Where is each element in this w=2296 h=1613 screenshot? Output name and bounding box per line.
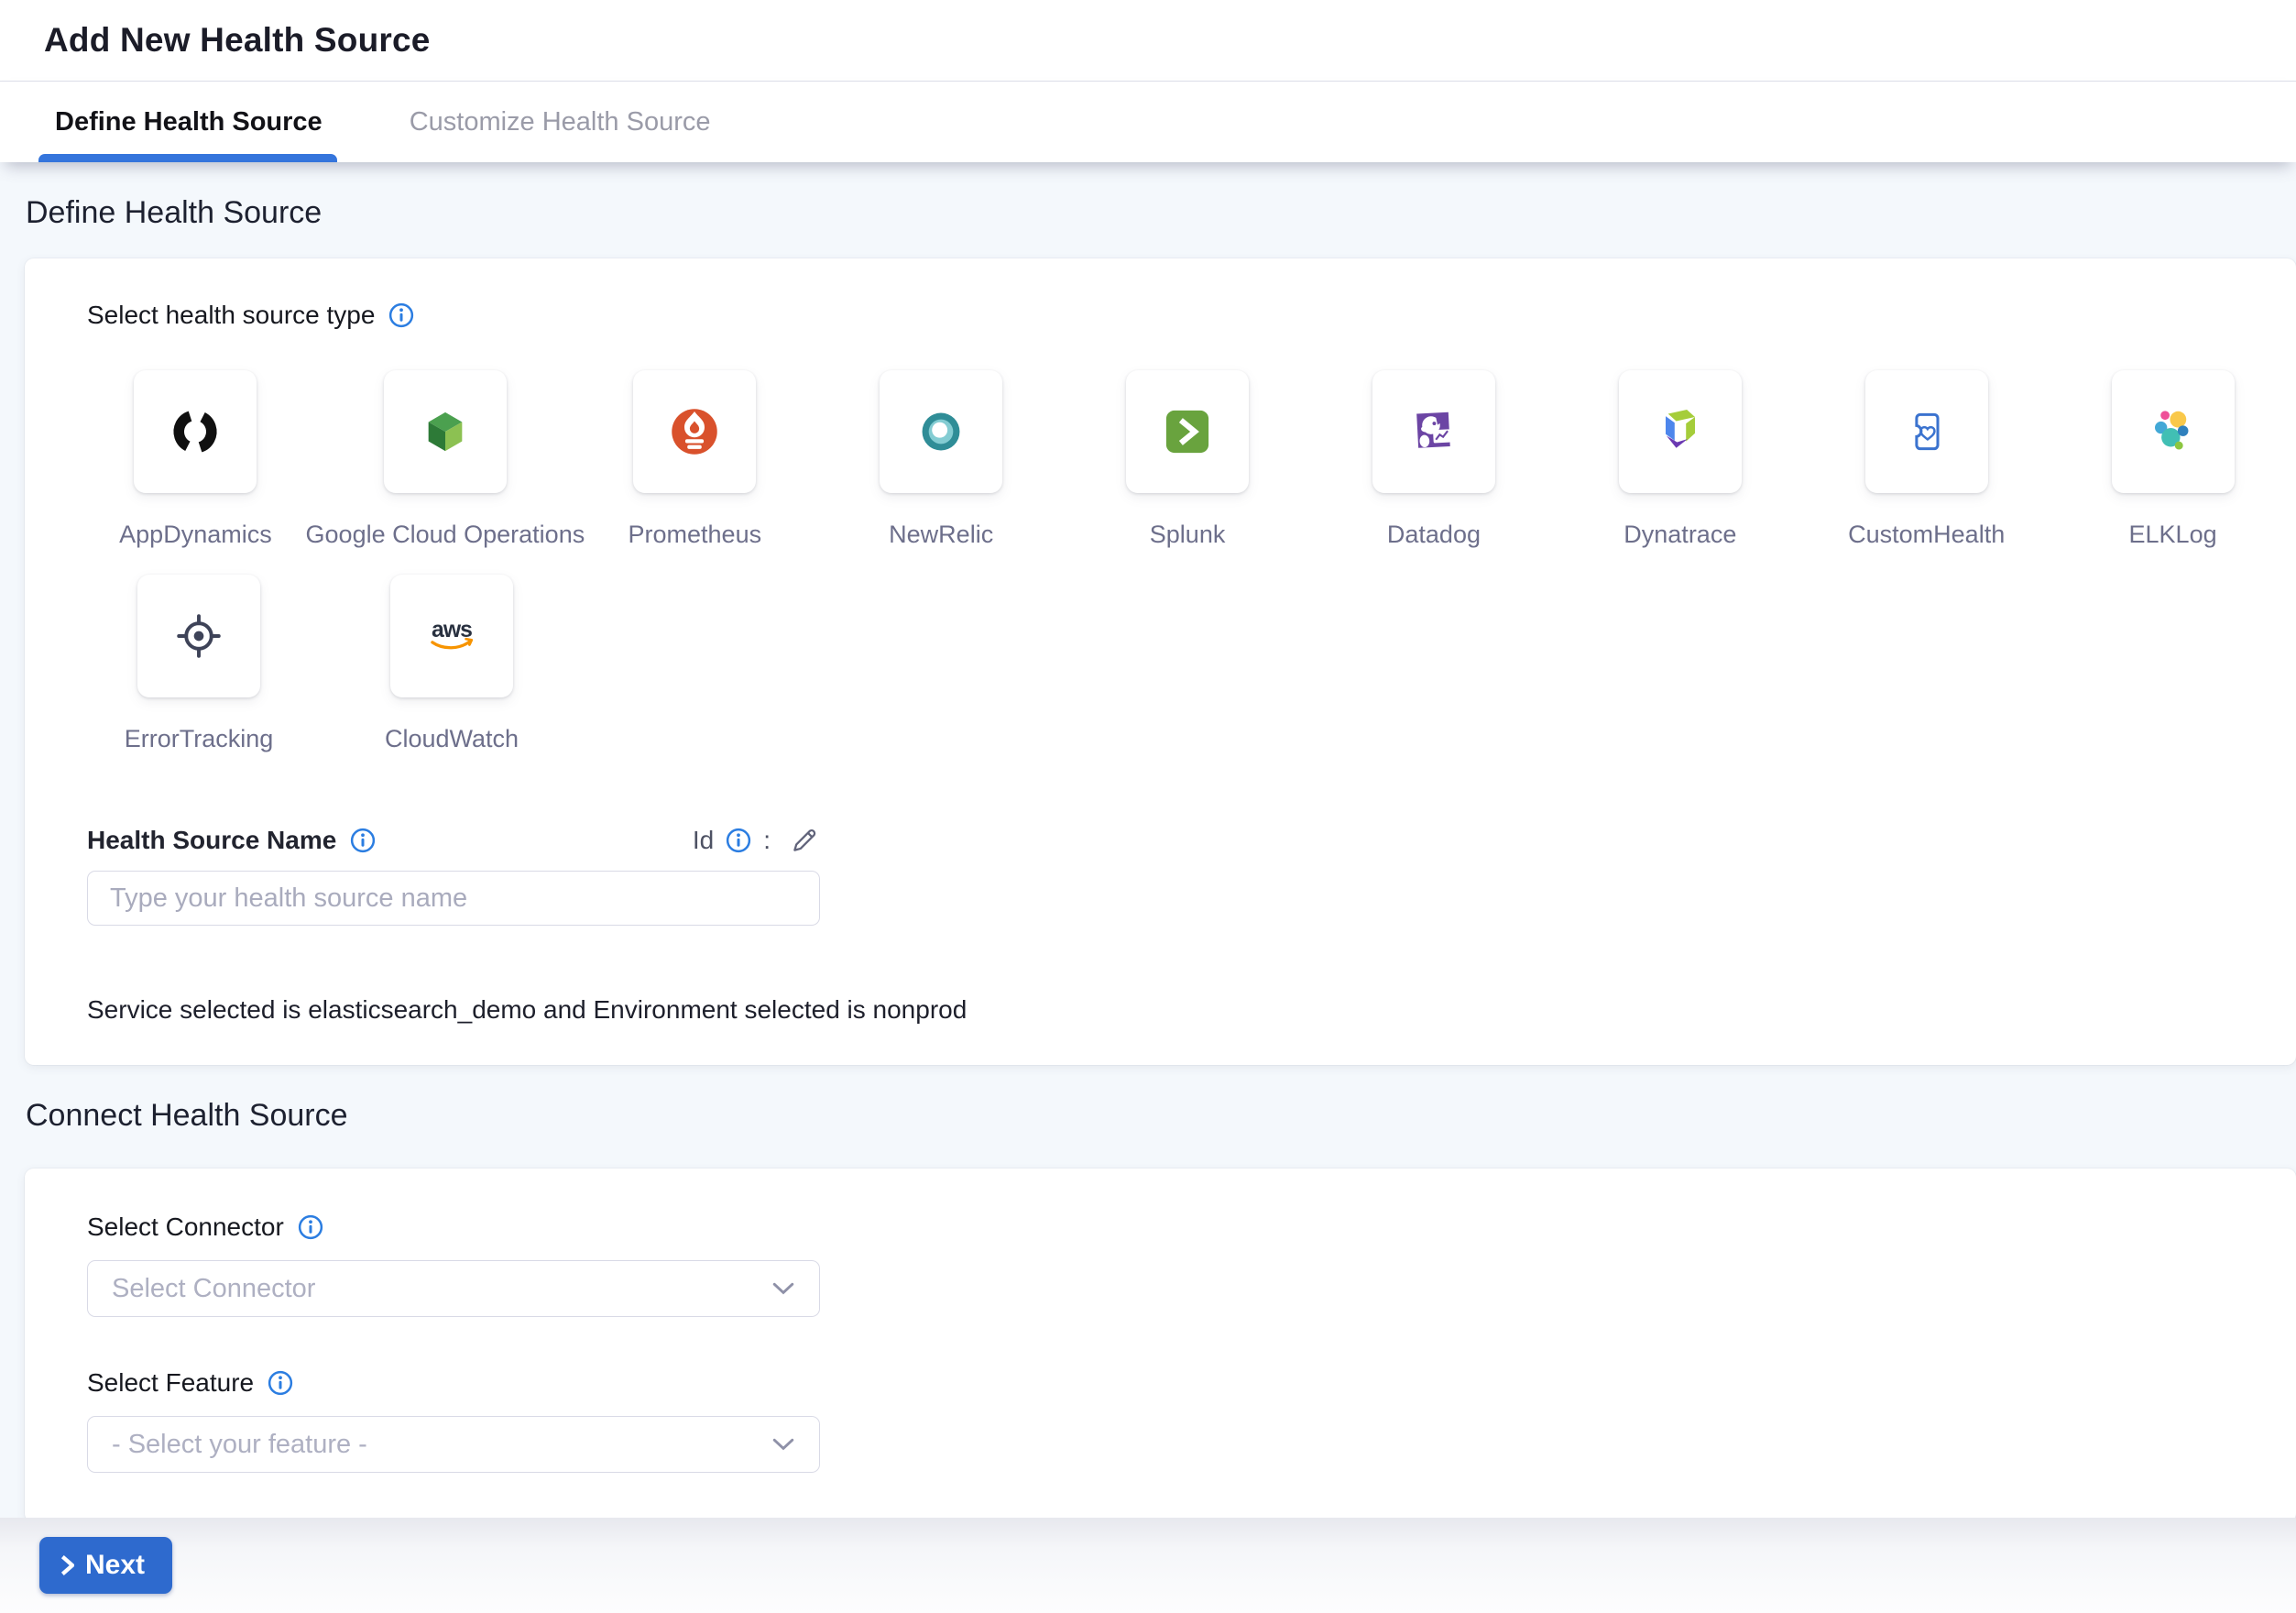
define-section-heading: Define Health Source bbox=[26, 195, 2296, 231]
tile-appdynamics[interactable]: AppDynamics bbox=[72, 370, 319, 549]
page-title: Add New Health Source bbox=[44, 21, 431, 60]
info-icon[interactable] bbox=[388, 302, 415, 329]
connect-section-heading: Connect Health Source bbox=[26, 1098, 2296, 1134]
tile-prometheus[interactable]: Prometheus bbox=[572, 370, 818, 549]
tile-label: AppDynamics bbox=[119, 521, 272, 549]
tile-label: Splunk bbox=[1150, 521, 1226, 549]
tile-errortracking[interactable]: ErrorTracking bbox=[72, 575, 325, 753]
splunk-icon bbox=[1158, 402, 1217, 461]
tile-label: ErrorTracking bbox=[125, 725, 274, 753]
info-icon[interactable] bbox=[267, 1369, 294, 1397]
tile-cloudwatch[interactable]: aws CloudWatch bbox=[325, 575, 578, 753]
connector-select[interactable]: Select Connector bbox=[87, 1260, 820, 1317]
service-environment-note: Service selected is elasticsearch_demo a… bbox=[87, 995, 2296, 1025]
wizard-tabbar: Define Health Source Customize Health So… bbox=[0, 81, 2296, 162]
chevron-down-icon bbox=[771, 1437, 795, 1453]
connect-health-source-card: Select Connector Select Connector Select… bbox=[25, 1169, 2296, 1522]
health-source-name-row: Health Source Name Id : bbox=[87, 825, 820, 856]
customhealth-icon bbox=[1897, 402, 1956, 461]
tile-label: CustomHealth bbox=[1848, 521, 2005, 549]
datadog-icon bbox=[1405, 402, 1463, 461]
health-source-tile-grid-row1: AppDynamics Google Cloud Operations bbox=[25, 370, 2296, 549]
tile-google-cloud-operations[interactable]: Google Cloud Operations bbox=[319, 370, 572, 549]
id-label: Id bbox=[693, 826, 714, 855]
select-feature-label: Select Feature bbox=[87, 1368, 254, 1398]
feature-select-placeholder: - Select your feature - bbox=[112, 1430, 367, 1460]
tab-customize-health-source[interactable]: Customize Health Source bbox=[410, 82, 711, 162]
tab-label: Define Health Source bbox=[55, 107, 323, 137]
pencil-edit-icon[interactable] bbox=[789, 825, 820, 856]
health-source-name-label: Health Source Name bbox=[87, 826, 336, 855]
newrelic-icon bbox=[912, 402, 970, 461]
tile-datadog[interactable]: Datadog bbox=[1311, 370, 1558, 549]
tile-label: CloudWatch bbox=[385, 725, 519, 753]
wizard-body: Define Health Source Select health sourc… bbox=[0, 195, 2296, 1522]
info-icon[interactable] bbox=[725, 827, 752, 854]
cloudwatch-aws-icon: aws bbox=[421, 606, 482, 666]
dynatrace-icon bbox=[1651, 402, 1710, 461]
tab-define-health-source[interactable]: Define Health Source bbox=[55, 82, 323, 162]
health-source-tile-grid-row2: ErrorTracking aws CloudWatch bbox=[25, 575, 2296, 753]
tile-label: Dynatrace bbox=[1624, 521, 1736, 549]
info-icon[interactable] bbox=[349, 827, 377, 854]
health-source-name-input[interactable] bbox=[87, 871, 820, 926]
prometheus-icon bbox=[664, 401, 725, 462]
chevron-down-icon bbox=[771, 1281, 795, 1297]
next-button-label: Next bbox=[85, 1550, 145, 1581]
select-type-label: Select health source type bbox=[87, 301, 375, 330]
google-cloud-operations-icon bbox=[415, 401, 476, 462]
tile-label: ELKLog bbox=[2129, 521, 2217, 549]
chevron-right-icon bbox=[60, 1554, 74, 1576]
tile-dynatrace[interactable]: Dynatrace bbox=[1557, 370, 1803, 549]
feature-select[interactable]: - Select your feature - bbox=[87, 1416, 820, 1473]
active-tab-underline bbox=[38, 154, 337, 162]
id-separator: : bbox=[763, 826, 771, 855]
define-health-source-card: Select health source type AppDynamics bbox=[25, 258, 2296, 1065]
next-button[interactable]: Next bbox=[39, 1537, 172, 1594]
tab-label: Customize Health Source bbox=[410, 107, 711, 137]
elklog-icon bbox=[2144, 402, 2203, 461]
id-group: Id : bbox=[693, 825, 820, 856]
tile-splunk[interactable]: Splunk bbox=[1065, 370, 1311, 549]
tile-label: NewRelic bbox=[889, 521, 993, 549]
wizard-footer: Next bbox=[0, 1518, 2296, 1613]
tile-customhealth[interactable]: CustomHealth bbox=[1803, 370, 2050, 549]
tile-label: Prometheus bbox=[629, 521, 762, 549]
tile-label: Google Cloud Operations bbox=[306, 521, 585, 549]
select-connector-label: Select Connector bbox=[87, 1212, 284, 1242]
errortracking-icon bbox=[169, 607, 228, 665]
dialog-header: Add New Health Source bbox=[0, 0, 2296, 81]
info-icon[interactable] bbox=[297, 1213, 324, 1241]
tile-elklog[interactable]: ELKLog bbox=[2050, 370, 2296, 549]
connector-select-placeholder: Select Connector bbox=[112, 1274, 315, 1304]
appdynamics-icon bbox=[166, 402, 224, 461]
tile-label: Datadog bbox=[1387, 521, 1481, 549]
tile-newrelic[interactable]: NewRelic bbox=[818, 370, 1065, 549]
